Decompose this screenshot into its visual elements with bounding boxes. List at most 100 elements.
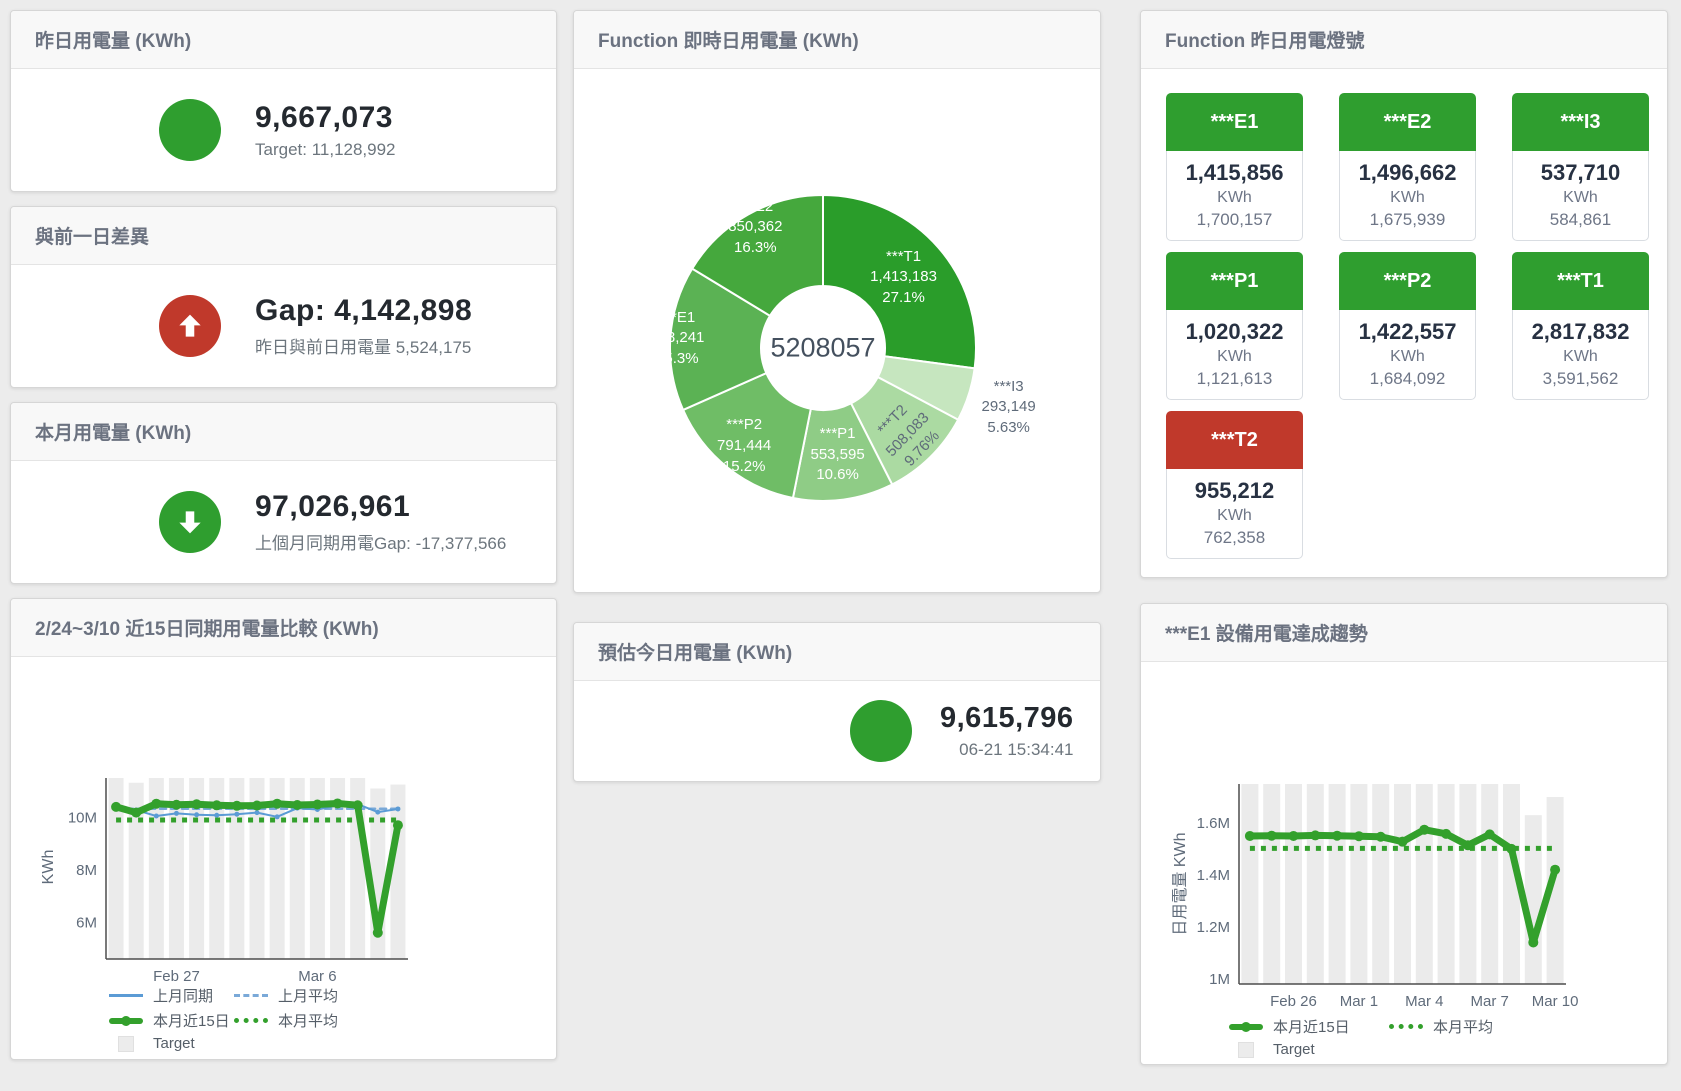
legend-item-last-month[interactable]: 上月同期 (109, 985, 234, 1006)
card-title: Function 即時日用電量 (KWh) (598, 26, 859, 53)
card-e1-trend-chart: ***E1 設備用電達成趨勢 1M1.2M1.4M1.6M日用電量 KWhFeb… (1140, 603, 1668, 1065)
data-point (154, 814, 159, 819)
data-point (1289, 831, 1299, 841)
data-point (312, 799, 322, 809)
tile-header: ***E2 (1339, 93, 1476, 151)
tile-value: 2,817,832 (1515, 319, 1646, 345)
target-bar (1525, 815, 1542, 984)
tile-header: ***I3 (1512, 93, 1649, 151)
data-point (194, 812, 199, 817)
e1-trend-chart: 1M1.2M1.4M1.6M日用電量 KWhFeb 26Mar 1Mar 4Ma… (1141, 604, 1669, 1066)
line-solid-blue-swatch (109, 994, 143, 997)
target-bar (1350, 784, 1367, 984)
target-bar (1307, 784, 1324, 984)
y-axis-title: 日用電量 KWh (1172, 832, 1189, 935)
data-point (395, 806, 400, 811)
stat-value: 9,667,073 (255, 101, 396, 135)
tile-target: 3,591,562 (1515, 369, 1646, 389)
data-point (1332, 831, 1342, 841)
x-tick-label: Mar 1 (1340, 993, 1378, 1010)
light-tile-e2: ***E2 1,496,662 KWh 1,675,939 (1339, 93, 1476, 241)
tile-target: 1,700,157 (1169, 210, 1300, 230)
card-month-usage: 本月用電量 (KWh) 97,026,961 上個月同期用電Gap: -17,3… (10, 402, 557, 584)
stat-body: 9,667,073 Target: 11,128,992 (11, 69, 556, 191)
target-bar (1372, 784, 1389, 984)
y-tick-label: 6M (76, 914, 97, 931)
line-dashed-blue-swatch (234, 994, 268, 997)
target-bar (1241, 784, 1258, 984)
status-circle-icon (159, 99, 221, 161)
target-bar (1438, 784, 1455, 984)
target-bar (1416, 784, 1433, 984)
legend-row: Target (1229, 1041, 1493, 1058)
light-tile-i3: ***I3 537,710 KWh 584,861 (1512, 93, 1649, 241)
stat-text: Gap: 4,142,898 昨日與前日用電量 5,524,175 (255, 294, 472, 358)
tile-header: ***T1 (1512, 252, 1649, 310)
target-bar (1459, 784, 1476, 984)
y-tick-label: 10M (68, 809, 97, 826)
data-point (1507, 844, 1517, 854)
x-tick-label: Mar 4 (1405, 993, 1443, 1010)
data-point (214, 813, 219, 818)
light-tile-t2: ***T2 955,212 KWh 762,358 (1166, 411, 1303, 559)
legend-row: 本月近15日 本月平均 (109, 1010, 338, 1031)
card-header: 與前一日差異 (11, 207, 556, 265)
stat-value: 97,026,961 (255, 490, 506, 524)
stat-subtitle: 06-21 15:34:41 (940, 740, 1074, 760)
legend-item-target[interactable]: Target (1238, 1041, 1389, 1058)
light-tile-t1: ***T1 2,817,832 KWh 3,591,562 (1512, 252, 1649, 400)
data-point (111, 802, 121, 812)
legend-item-target[interactable]: Target (118, 1035, 234, 1052)
bar-gray-swatch (118, 1036, 134, 1052)
legend-label: 本月近15日 (1273, 1016, 1350, 1037)
tile-body: 955,212 KWh 762,358 (1166, 469, 1303, 559)
tile-target: 584,861 (1515, 210, 1646, 230)
data-point (275, 814, 280, 819)
tile-value: 1,415,856 (1169, 160, 1300, 186)
data-point (272, 799, 282, 809)
stat-text: 9,667,073 Target: 11,128,992 (255, 101, 396, 160)
light-tile-p2: ***P2 1,422,557 KWh 1,684,092 (1339, 252, 1476, 400)
card-header: 昨日用電量 (KWh) (11, 11, 556, 69)
tile-target: 1,121,613 (1169, 369, 1300, 389)
bar-gray-swatch (1238, 1042, 1254, 1058)
arrow-down-icon (159, 491, 221, 553)
tile-unit: KWh (1342, 189, 1473, 207)
legend-item-last-month-avg[interactable]: 上月平均 (234, 985, 338, 1006)
data-point (1245, 831, 1255, 841)
data-point (131, 808, 141, 818)
legend-label: 本月平均 (1433, 1016, 1493, 1037)
arrow-up-icon (159, 295, 221, 357)
donut-label-P2: ***P2791,44415.2% (717, 415, 771, 477)
donut-chart-area: ***T11,413,18327.1%***I3293,1495.63%***T… (574, 69, 1102, 594)
trend-chart-legend: 本月近15日 本月平均 Target (1229, 1016, 1493, 1058)
dashboard: 昨日用電量 (KWh) 9,667,073 Target: 11,128,992… (0, 0, 1681, 1091)
data-point (1267, 831, 1277, 841)
stat-body: 9,615,796 06-21 15:34:41 (574, 681, 1100, 781)
stat-value: Gap: 4,142,898 (255, 294, 472, 328)
line-dotted-green-swatch (1389, 1024, 1423, 1029)
tile-body: 537,710 KWh 584,861 (1512, 151, 1649, 241)
legend-item-this-month[interactable]: 本月近15日 (109, 1010, 234, 1031)
donut-label-E2: ***E2850,36216.3% (728, 197, 782, 259)
tile-header: ***P2 (1339, 252, 1476, 310)
legend-item-this-month-avg[interactable]: 本月平均 (234, 1010, 338, 1031)
legend-label: 上月平均 (278, 985, 338, 1006)
tile-unit: KWh (1169, 348, 1300, 366)
target-bar (1285, 784, 1302, 984)
data-point (234, 812, 239, 817)
legend-label: 本月平均 (278, 1010, 338, 1031)
legend-item-this-month-avg[interactable]: 本月平均 (1389, 1016, 1493, 1037)
donut-label-I3: ***I3293,1495.63% (982, 377, 1036, 439)
stat-subtitle: 昨日與前日用電量 5,524,175 (255, 333, 472, 358)
legend-item-this-month[interactable]: 本月近15日 (1229, 1016, 1389, 1037)
stat-subtitle: 上個月同期用電Gap: -17,377,566 (255, 529, 506, 554)
donut-center-total: 5208057 (770, 333, 875, 364)
data-point (171, 800, 181, 810)
x-tick-label: Mar 7 (1471, 993, 1509, 1010)
tile-body: 1,496,662 KWh 1,675,939 (1339, 151, 1476, 241)
data-point (375, 810, 380, 815)
card-gap-prev-day: 與前一日差異 Gap: 4,142,898 昨日與前日用電量 5,524,175 (10, 206, 557, 388)
data-point (1398, 837, 1408, 847)
data-point (1485, 829, 1495, 839)
